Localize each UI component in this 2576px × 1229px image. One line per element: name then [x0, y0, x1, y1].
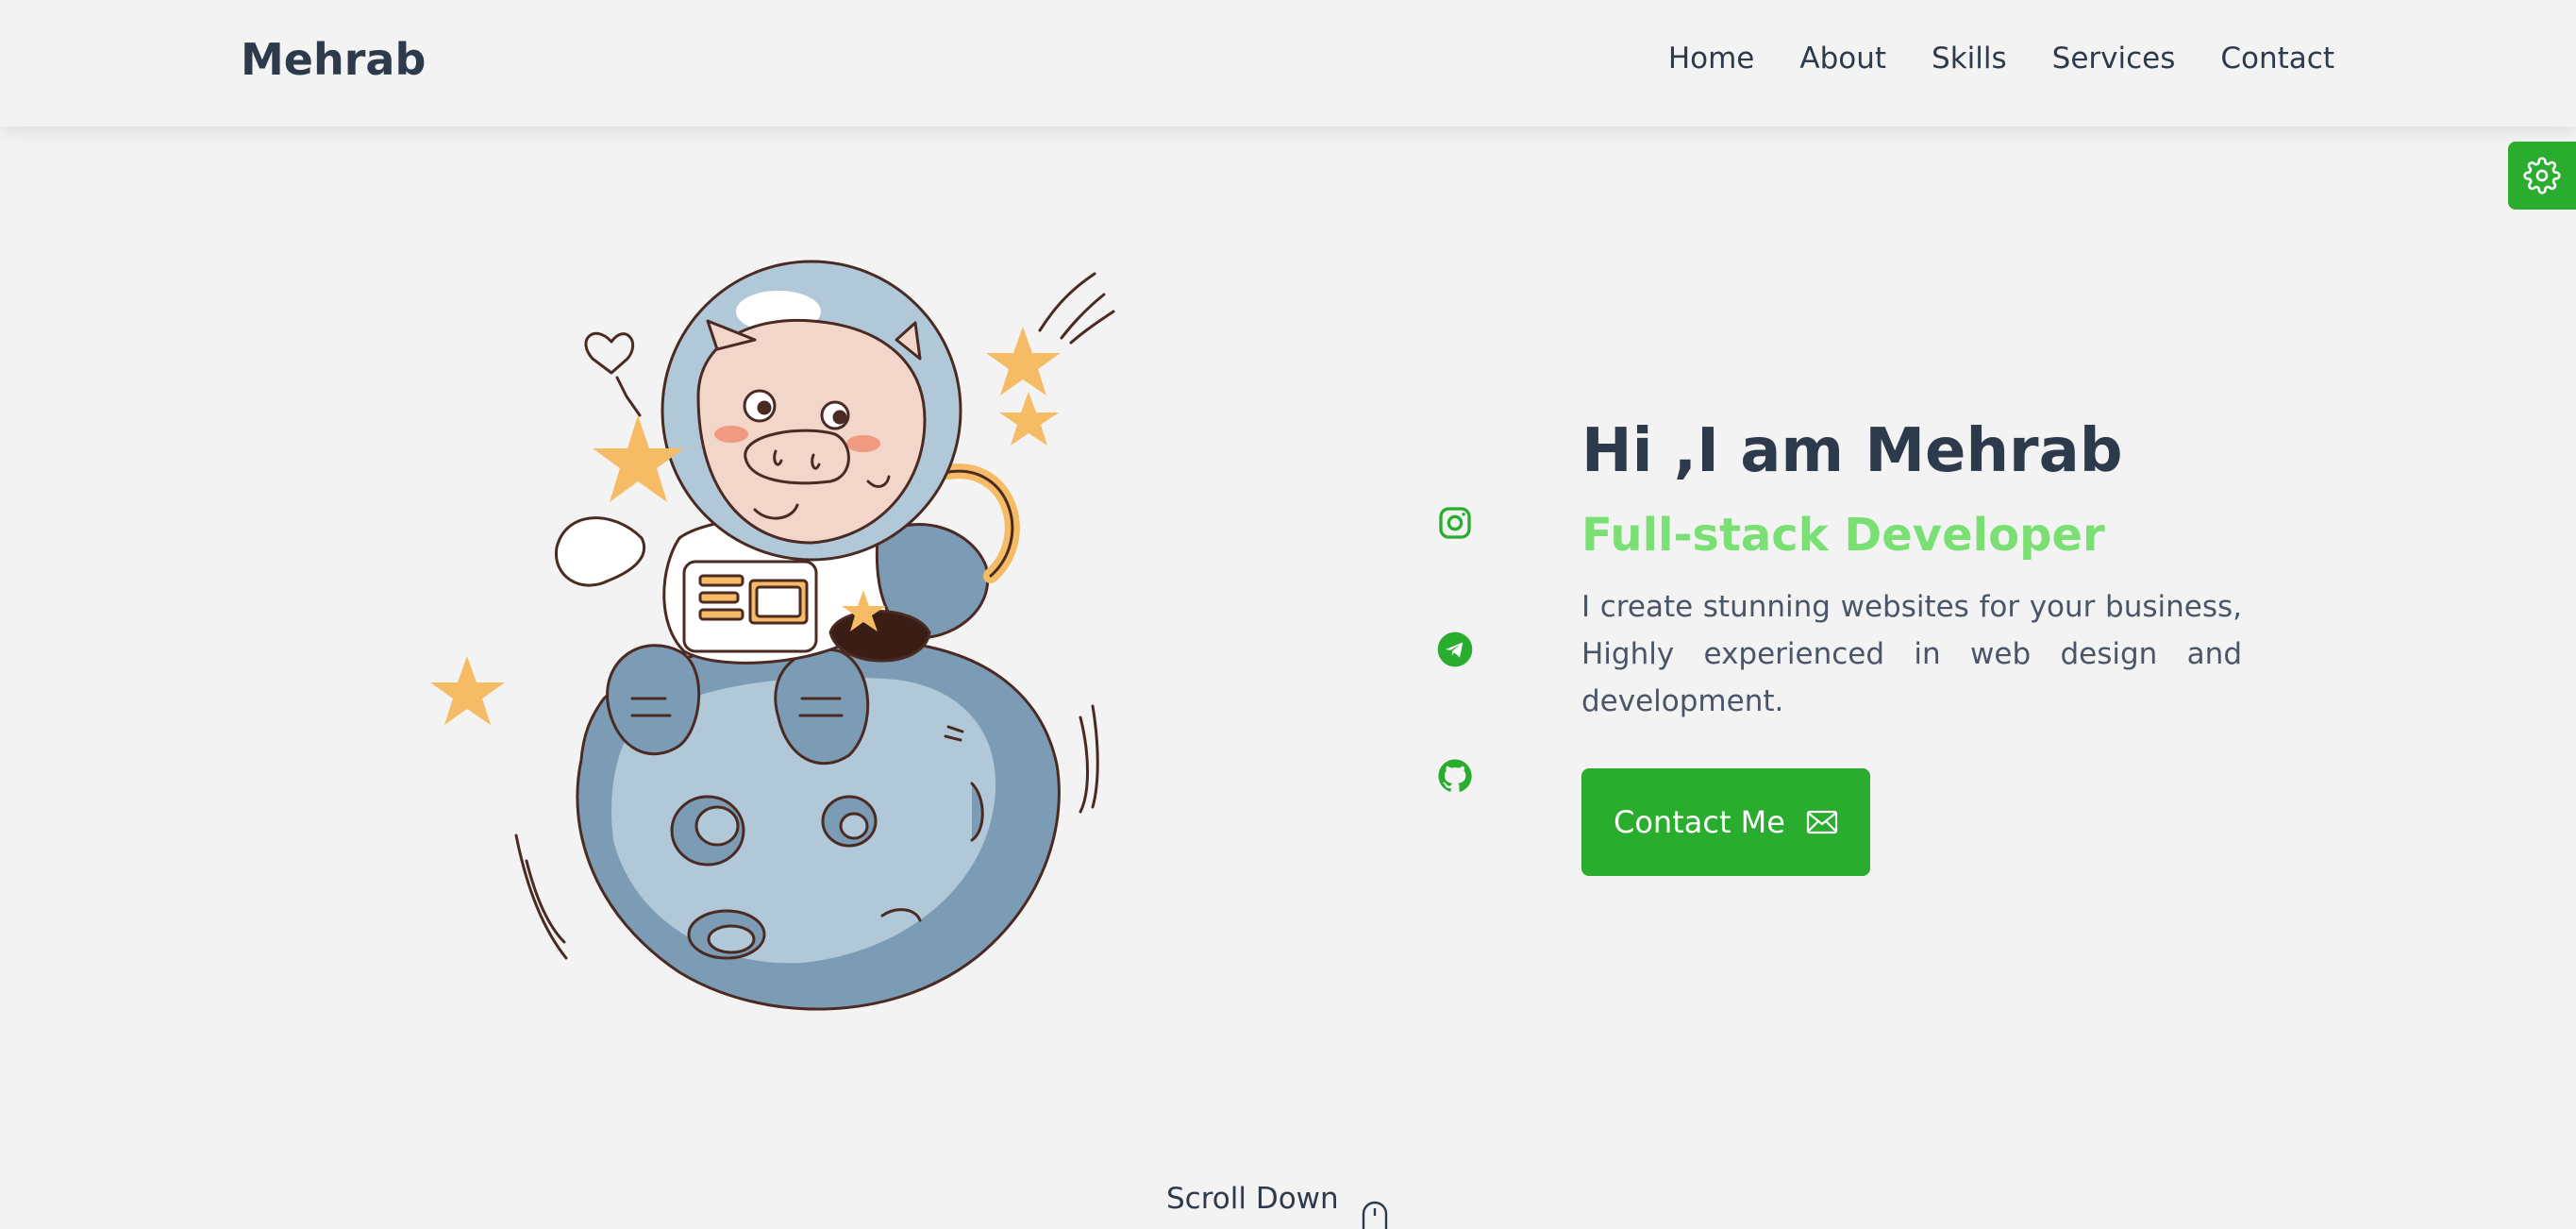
instagram-icon: [1439, 507, 1471, 539]
hero-subtitle: Full-stack Developer: [1581, 508, 2105, 562]
instagram-link[interactable]: [1432, 500, 1478, 546]
scroll-down-label: Scroll Down: [1166, 1182, 1339, 1216]
nav-about[interactable]: About: [1799, 42, 1886, 76]
gear-icon: [2523, 157, 2561, 194]
envelope-icon: [1806, 811, 1838, 834]
site-header: Mehrab Home About Skills Services Contac…: [0, 0, 2576, 126]
telegram-link[interactable]: [1432, 627, 1478, 672]
main-nav: Home About Skills Services Contact: [1668, 42, 2334, 76]
hero-illustration: [430, 260, 1115, 1011]
hero-content: Hi ,I am Mehrab Full-stack Developer I c…: [1581, 415, 2242, 877]
scroll-down[interactable]: Scroll Down: [1166, 1182, 1390, 1229]
mouse-icon: [1362, 1201, 1387, 1229]
github-icon: [1438, 759, 1472, 792]
theme-settings-button[interactable]: [2508, 142, 2576, 210]
contact-me-label: Contact Me: [1614, 804, 1785, 841]
contact-me-button[interactable]: Contact Me: [1581, 768, 1870, 877]
nav-home[interactable]: Home: [1668, 42, 1755, 76]
nav-contact[interactable]: Contact: [2220, 42, 2334, 76]
hero-description: I create stunning websites for your busi…: [1581, 590, 2242, 719]
site-logo[interactable]: Mehrab: [241, 34, 426, 85]
nav-skills[interactable]: Skills: [1932, 42, 2007, 76]
telegram-icon: [1437, 631, 1473, 667]
nav-services[interactable]: Services: [2052, 42, 2176, 76]
github-link[interactable]: [1432, 753, 1478, 799]
hero-title: Hi ,I am Mehrab: [1581, 416, 2123, 486]
